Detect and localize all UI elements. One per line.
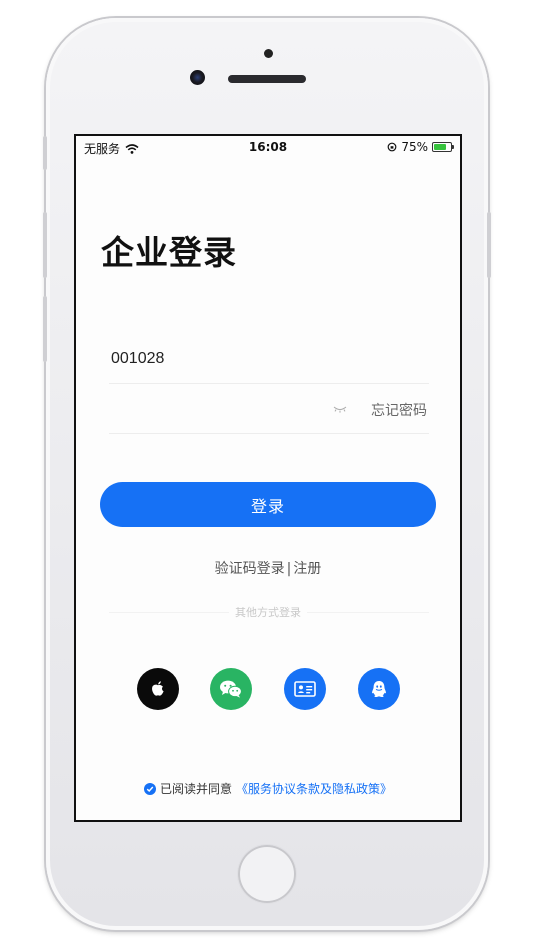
other-methods-text: 其他方式登录 [229,606,307,619]
home-button[interactable] [238,845,296,903]
link-separator: | [286,561,292,577]
alt-login-links: 验证码登录 | 注册 [76,558,460,578]
wechat-login-button[interactable] [210,668,252,710]
proximity-sensor [264,49,273,58]
password-field: 忘记密码 [109,386,429,434]
battery-icon [432,142,454,152]
qq-login-button[interactable] [358,668,400,710]
code-login-link[interactable]: 验证码登录 [215,561,285,577]
password-input[interactable] [111,400,311,418]
orientation-lock-icon [387,142,397,152]
silent-switch [43,136,47,170]
battery-fill [434,144,446,150]
id-card-icon [294,681,316,697]
login-button[interactable]: 登录 [100,482,436,527]
screen: 无服务 16:08 75% 企业登录 忘记密码 [74,134,462,822]
account-field [109,336,429,384]
earpiece [228,75,306,83]
eye-closed-icon[interactable] [333,404,347,414]
other-methods-label: 其他方式登录 [76,604,460,620]
checkmark-icon [146,786,154,792]
apple-icon [152,681,164,696]
volume-up-button [43,212,47,278]
forgot-password-link[interactable]: 忘记密码 [371,400,427,420]
social-login-row [76,668,460,710]
id-card-login-button[interactable] [284,668,326,710]
volume-down-button [43,296,47,362]
apple-login-button[interactable] [137,668,179,710]
status-right: 75% [387,140,454,154]
page-title: 企业登录 [101,233,237,272]
wechat-icon [220,680,242,698]
status-bar: 无服务 16:08 75% [76,136,460,160]
power-button [487,212,491,278]
agreement-text: 已阅读并同意 [159,782,232,796]
qq-icon [372,681,386,698]
agreement-checkbox[interactable] [143,782,156,795]
battery-percent: 75% [401,140,428,154]
account-input[interactable] [111,350,311,368]
agreement-row: 已阅读并同意 《服务协议条款及隐私政策》 [76,780,460,797]
register-link[interactable]: 注册 [293,561,321,577]
policy-link[interactable]: 《服务协议条款及隐私政策》 [236,780,392,797]
front-camera [190,70,205,85]
